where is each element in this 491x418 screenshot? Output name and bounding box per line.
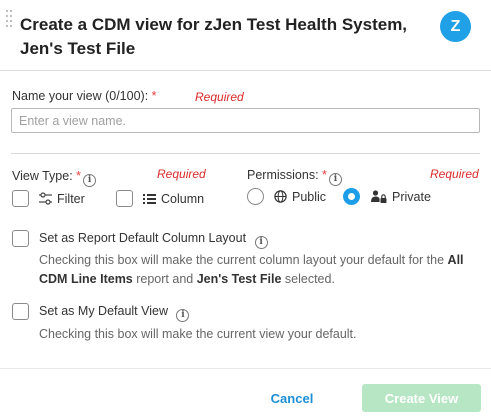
info-icon[interactable]: i	[254, 236, 268, 249]
list-icon	[143, 193, 156, 204]
info-icon[interactable]: i	[328, 173, 342, 186]
desc-text: selected.	[281, 272, 335, 286]
dialog-header: Create a CDM view for zJen Test Health S…	[0, 0, 491, 71]
column-option[interactable]: Column	[143, 190, 204, 207]
name-field-label: Name your view (0/100): *	[12, 89, 157, 103]
public-radio[interactable]	[247, 188, 264, 205]
column-label: Column	[161, 191, 205, 206]
report-default-label-text: Set as Report Default Column Layout	[39, 231, 247, 245]
my-default-description: Checking this box will make the current …	[39, 327, 357, 341]
filter-option[interactable]: Filter	[39, 190, 85, 207]
column-checkbox[interactable]	[116, 190, 133, 207]
public-option[interactable]: Public	[274, 188, 326, 205]
name-required-text: Required	[195, 90, 244, 104]
view-name-input[interactable]	[11, 108, 480, 133]
report-default-label[interactable]: Set as Report Default Column Layout i	[39, 231, 268, 249]
filter-checkbox[interactable]	[12, 190, 29, 207]
users-lock-icon	[371, 190, 387, 203]
filter-sliders-icon	[39, 192, 52, 205]
public-label: Public	[292, 189, 327, 204]
desc-text: report and	[132, 272, 197, 286]
report-default-description: Checking this box will make the current …	[39, 251, 479, 289]
avatar[interactable]: Z	[440, 11, 471, 42]
desc-text: Checking this box will make the current …	[39, 253, 448, 267]
permissions-required-text: Required	[430, 167, 479, 181]
dialog-title: Create a CDM view for zJen Test Health S…	[20, 15, 408, 58]
globe-icon	[274, 190, 287, 203]
create-view-button[interactable]: Create View	[362, 384, 481, 412]
required-star: *	[151, 89, 157, 103]
my-default-checkbox[interactable]	[12, 303, 29, 320]
file-name: Jen's Test File	[196, 272, 282, 286]
private-radio[interactable]	[343, 188, 360, 205]
permissions-label: Permissions: * i	[247, 168, 342, 186]
name-label-text: Name your view (0/100):	[12, 89, 149, 103]
divider	[11, 153, 480, 154]
info-icon[interactable]: i	[176, 309, 190, 322]
my-default-label-text: Set as My Default View	[39, 304, 168, 318]
required-star: *	[322, 168, 327, 182]
private-option[interactable]: Private	[371, 188, 431, 205]
drag-handle[interactable]	[6, 10, 12, 27]
private-label: Private	[392, 189, 431, 204]
permissions-label-text: Permissions:	[247, 168, 319, 182]
footer-divider	[0, 368, 491, 369]
view-type-label-text: View Type:	[12, 169, 73, 183]
view-type-required-text: Required	[157, 167, 206, 181]
cancel-button[interactable]: Cancel	[258, 384, 326, 412]
info-icon[interactable]: i	[83, 174, 97, 187]
view-type-label: View Type: * i	[12, 169, 97, 187]
my-default-label[interactable]: Set as My Default View i	[39, 304, 190, 322]
report-default-checkbox[interactable]	[12, 230, 29, 247]
required-star: *	[76, 169, 82, 183]
filter-label: Filter	[57, 191, 85, 206]
create-cdm-view-dialog: Create a CDM view for zJen Test Health S…	[0, 0, 491, 418]
